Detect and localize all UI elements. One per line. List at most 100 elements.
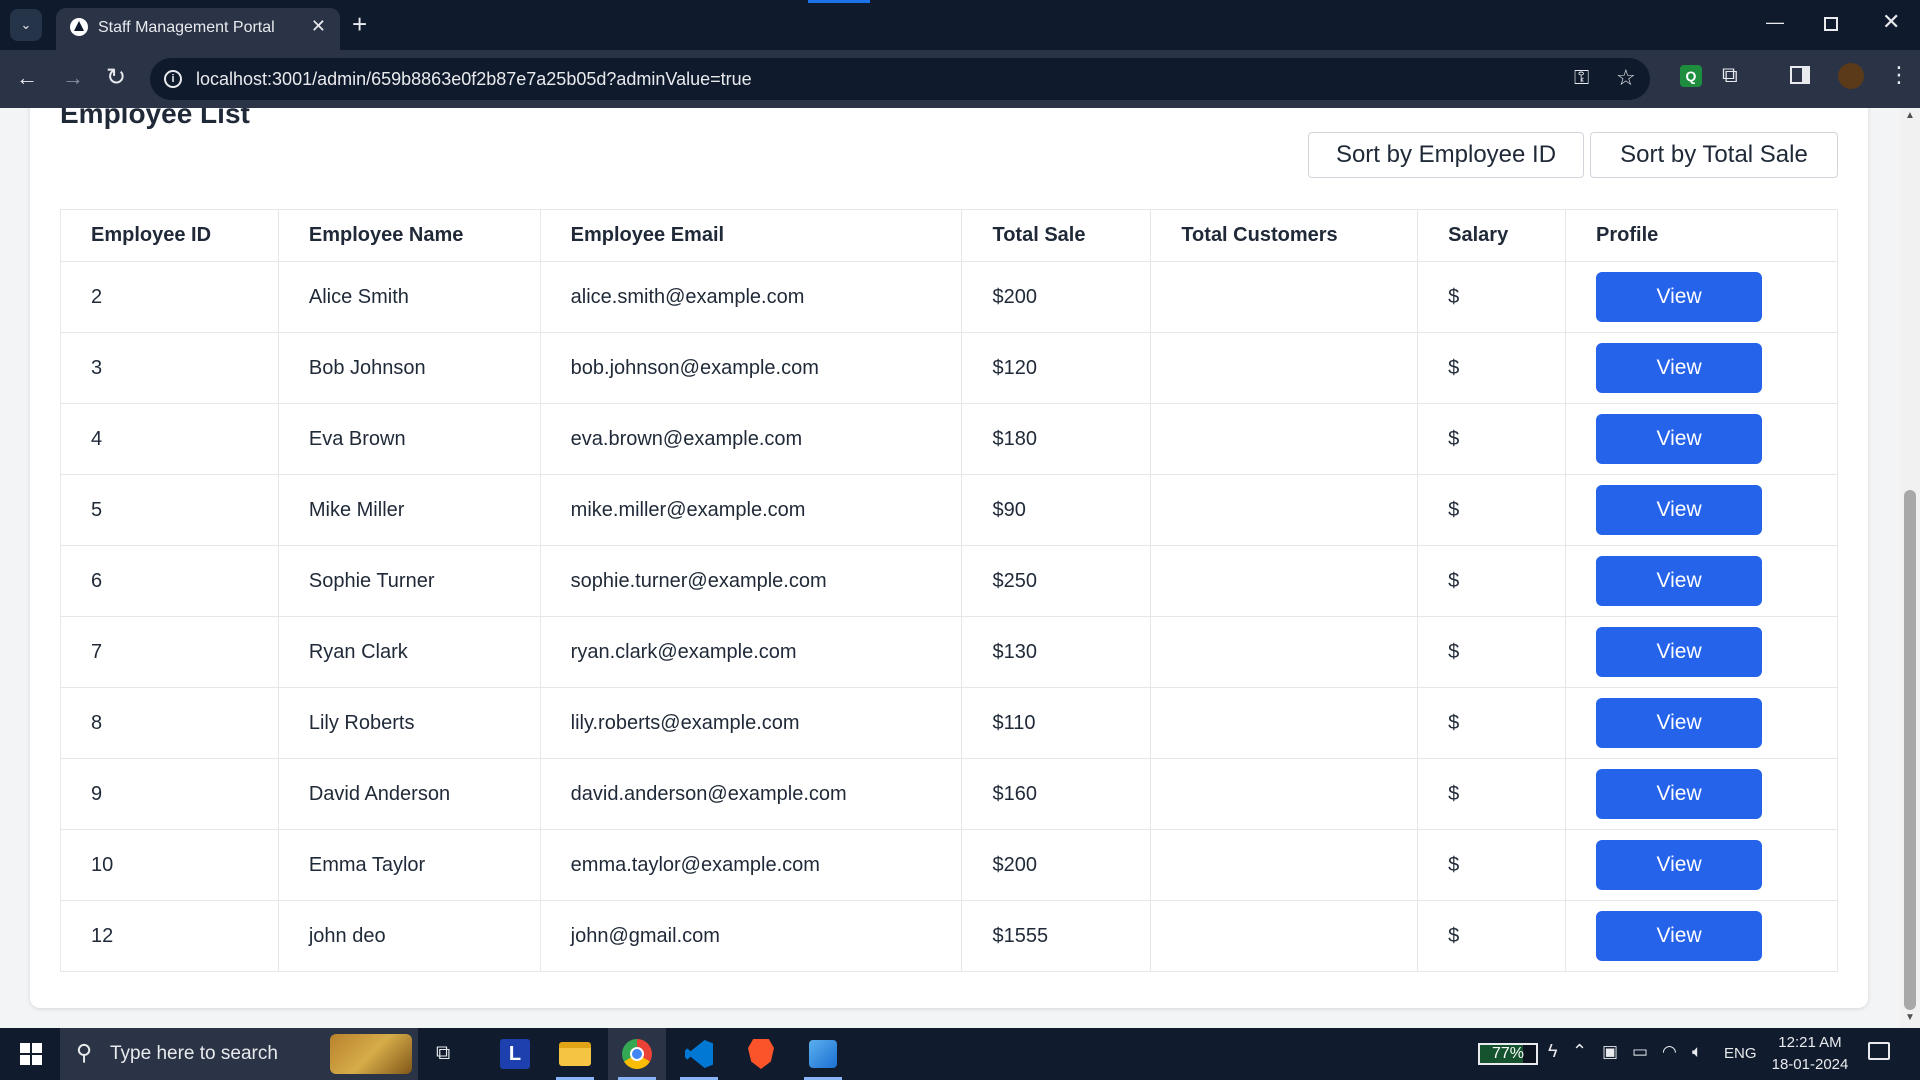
cell-employee-email: david.anderson@example.com [539,758,963,830]
meet-now-icon[interactable]: ▣ [1602,1042,1618,1062]
cell-employee-email: sophie.turner@example.com [539,545,963,617]
windows-start-icon[interactable] [20,1043,42,1065]
clock-date[interactable]: 18-01-2024 [1768,1056,1852,1073]
browser-menu-icon[interactable]: ⋮ [1888,62,1910,88]
view-profile-button[interactable]: View [1596,840,1763,890]
password-key-icon[interactable]: ⚿ [1574,67,1589,90]
site-info-icon[interactable]: i [164,70,182,88]
cell-total-sale: $200 [961,261,1152,333]
scroll-thumb[interactable] [1904,490,1916,1010]
cell-employee-name: David Anderson [277,758,541,830]
taskbar-app-vscode[interactable] [670,1028,728,1080]
tab-search-button[interactable]: ⌄ [10,9,42,41]
header-employee-id: Employee ID [60,209,279,262]
battery-percentage-text: 77% [1491,1045,1525,1062]
cell-employee-email: john@gmail.com [539,900,963,972]
cell-employee-id: 5 [60,474,279,546]
url-text[interactable]: localhost:3001/admin/659b8863e0f2b87e7a2… [196,69,752,90]
input-language[interactable]: ENG [1724,1045,1757,1062]
cell-salary: $ [1417,687,1567,759]
cell-total-sale: $250 [961,545,1152,617]
l-app-icon: L [500,1039,530,1069]
battery-icon[interactable]: ▭ [1632,1042,1648,1062]
photos-icon [809,1040,837,1068]
side-panel-icon[interactable] [1790,66,1810,84]
cell-profile: View [1565,261,1838,333]
cell-total-customers [1150,545,1419,617]
tab-title: Staff Management Portal [98,19,275,36]
taskbar-app-brave[interactable] [732,1028,790,1080]
cell-total-sale: $160 [961,758,1152,830]
search-placeholder[interactable]: Type here to search [110,1043,278,1065]
scroll-up-arrow-icon[interactable]: ▲ [1905,110,1915,121]
scroll-down-arrow-icon[interactable]: ▼ [1905,1012,1915,1023]
view-profile-button[interactable]: View [1596,485,1763,535]
cell-total-sale: $90 [961,474,1152,546]
taskbar-app-chrome[interactable] [608,1028,666,1080]
battery-percentage-badge[interactable]: 77% [1478,1043,1538,1065]
view-profile-button[interactable]: View [1596,414,1763,464]
header-profile: Profile [1565,209,1838,262]
view-profile-button[interactable]: View [1596,343,1763,393]
cell-employee-email: bob.johnson@example.com [539,332,963,404]
cell-salary: $ [1417,758,1567,830]
browser-tab-active[interactable]: Staff Management Portal ✕ [56,8,340,50]
table-row: 8 Lily Roberts lily.roberts@example.com … [60,687,1838,759]
window-minimize-button[interactable]: — [1766,12,1784,33]
tray-overflow-chevron-icon[interactable]: ⌃ [1572,1041,1587,1062]
back-button[interactable]: ← [16,64,38,92]
cell-profile: View [1565,829,1838,901]
cell-employee-id: 12 [60,900,279,972]
cell-total-customers [1150,758,1419,830]
taskbar-app-l[interactable]: L [486,1028,544,1080]
taskbar-app-photos[interactable] [794,1028,852,1080]
taskbar-app-file-explorer[interactable] [546,1028,604,1080]
cell-employee-email: ryan.clark@example.com [539,616,963,688]
table-row: 2 Alice Smith alice.smith@example.com $2… [60,261,1838,333]
taskbar-search-box[interactable]: ⚲ Type here to search [60,1028,418,1080]
cell-employee-id: 10 [60,829,279,901]
cell-employee-id: 6 [60,545,279,617]
view-profile-button[interactable]: View [1596,556,1763,606]
search-highlight-image [330,1034,412,1074]
cell-employee-email: lily.roberts@example.com [539,687,963,759]
browser-tab-bar: ⌄ Staff Management Portal ✕ + — ✕ [0,0,1920,50]
sort-by-sale-button[interactable]: Sort by Total Sale [1590,132,1838,178]
header-employee-name: Employee Name [277,209,541,262]
header-salary: Salary [1417,209,1567,262]
view-profile-button[interactable]: View [1596,911,1763,961]
sort-by-id-button[interactable]: Sort by Employee ID [1308,132,1584,178]
view-profile-button[interactable]: View [1596,627,1763,677]
table-row: 6 Sophie Turner sophie.turner@example.co… [60,545,1838,617]
page-scrollbar[interactable]: ▲ ▼ [1900,108,1920,1028]
reload-button[interactable]: ↻ [106,64,126,92]
notification-center-icon[interactable] [1868,1042,1890,1060]
cell-employee-name: Lily Roberts [277,687,541,759]
tab-close-icon[interactable]: ✕ [311,16,326,37]
cell-salary: $ [1417,474,1567,546]
clock-time[interactable]: 12:21 AM [1770,1034,1850,1051]
view-profile-button[interactable]: View [1596,769,1763,819]
window-close-button[interactable]: ✕ [1882,9,1900,35]
site-favicon-icon [70,18,88,36]
new-tab-button[interactable]: + [352,8,367,40]
extensions-puzzle-icon[interactable]: ⧉ [1722,62,1738,88]
profile-avatar[interactable] [1838,63,1864,89]
view-profile-button[interactable]: View [1596,698,1763,748]
forward-button[interactable]: → [62,64,84,92]
address-bar[interactable]: i localhost:3001/admin/659b8863e0f2b87e7… [150,58,1650,100]
cell-employee-name: Bob Johnson [277,332,541,404]
cell-total-sale: $180 [961,403,1152,475]
cell-profile: View [1565,332,1838,404]
cell-total-sale: $1555 [961,900,1152,972]
cell-salary: $ [1417,829,1567,901]
extension-q-icon[interactable]: Q [1680,65,1702,87]
wifi-icon[interactable]: ◠ [1662,1042,1677,1062]
volume-icon[interactable]: 🔈︎ [1692,1042,1702,1062]
table-row: 5 Mike Miller mike.miller@example.com $9… [60,474,1838,546]
window-restore-button[interactable] [1824,17,1838,31]
bookmark-star-icon[interactable]: ☆ [1616,65,1636,91]
task-view-icon[interactable]: ⧉ [436,1042,450,1065]
cell-employee-id: 7 [60,616,279,688]
view-profile-button[interactable]: View [1596,272,1763,322]
